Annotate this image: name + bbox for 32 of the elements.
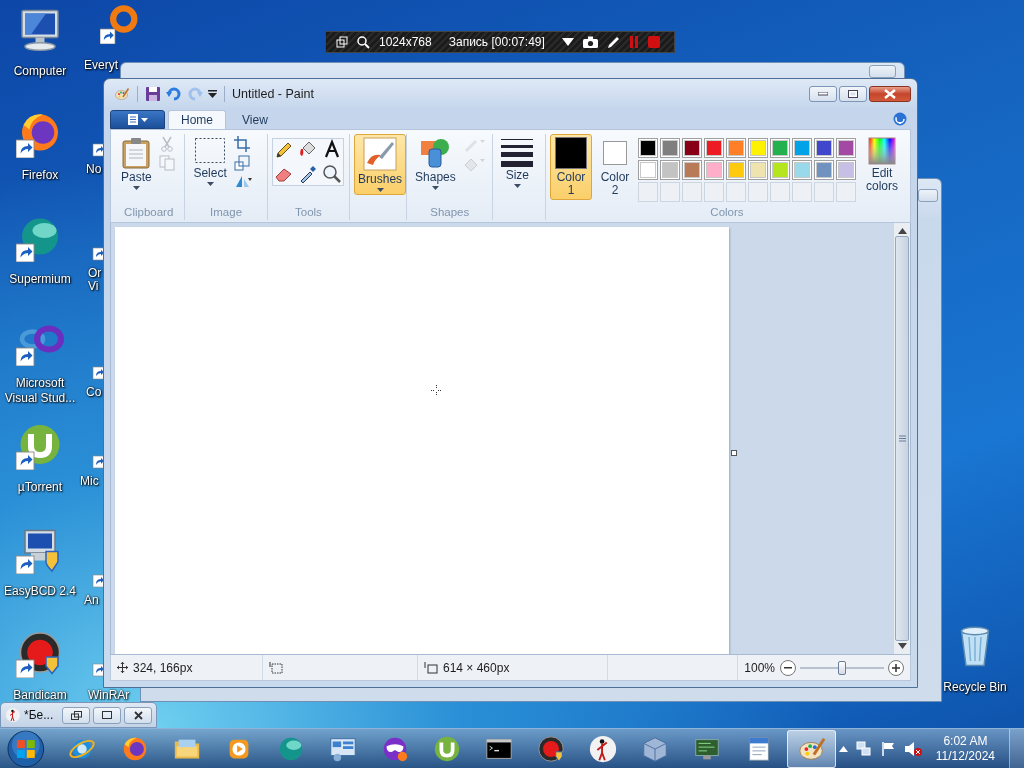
canvas-size: 614 × 460px — [443, 660, 510, 675]
cursor-position: 324, 166px — [133, 660, 193, 675]
group-label: Image — [209, 206, 244, 220]
group-label: Colors — [709, 206, 745, 220]
desktop-icon-label[interactable]: Recycle Bin — [943, 680, 1007, 695]
clock[interactable]: 6:02 AM 11/12/2024 — [929, 733, 1001, 764]
desktop-icon-label[interactable]: Supermium — [9, 272, 71, 287]
select-button[interactable]: Select — [189, 134, 231, 189]
recording-status: Запись [00:07:49] — [448, 35, 545, 49]
zoom-level: 100% — [744, 660, 775, 675]
window-title: Untitled - Paint — [232, 87, 314, 101]
edit-colors-button[interactable]: Edit colors — [860, 134, 904, 196]
group-label: Shapes — [429, 206, 471, 220]
paste-button[interactable]: Paste — [117, 134, 156, 193]
group-label: Clipboard — [123, 206, 175, 220]
desktop-icon-label[interactable]: Co — [86, 386, 102, 399]
shapes-button[interactable]: Shapes — [411, 134, 460, 193]
desktop-icon-label[interactable]: Everyt — [84, 59, 118, 72]
brushes-button[interactable]: Brushes — [354, 134, 407, 195]
desktop-icon-label[interactable]: Microsoft Visual Stud... — [0, 376, 80, 406]
size-button[interactable]: Size — [497, 134, 538, 191]
ribbon-tab[interactable]: View — [229, 110, 281, 129]
desktop-icon-label[interactable]: Or Vi — [88, 267, 104, 293]
ribbon-tab[interactable]: Home — [168, 110, 226, 129]
desktop-icon-label[interactable]: Firefox — [21, 168, 59, 183]
desktop-icon-label[interactable]: No — [86, 163, 102, 176]
resolution-text: 1024x768 — [379, 35, 432, 49]
color-2-button[interactable]: Color 2 — [596, 134, 634, 200]
desktop-icon-label[interactable]: Computer — [13, 64, 67, 79]
group-label: Tools — [294, 206, 323, 220]
window-title: *Бе... — [24, 708, 54, 722]
color-1-button[interactable]: Color 1 — [550, 134, 592, 200]
